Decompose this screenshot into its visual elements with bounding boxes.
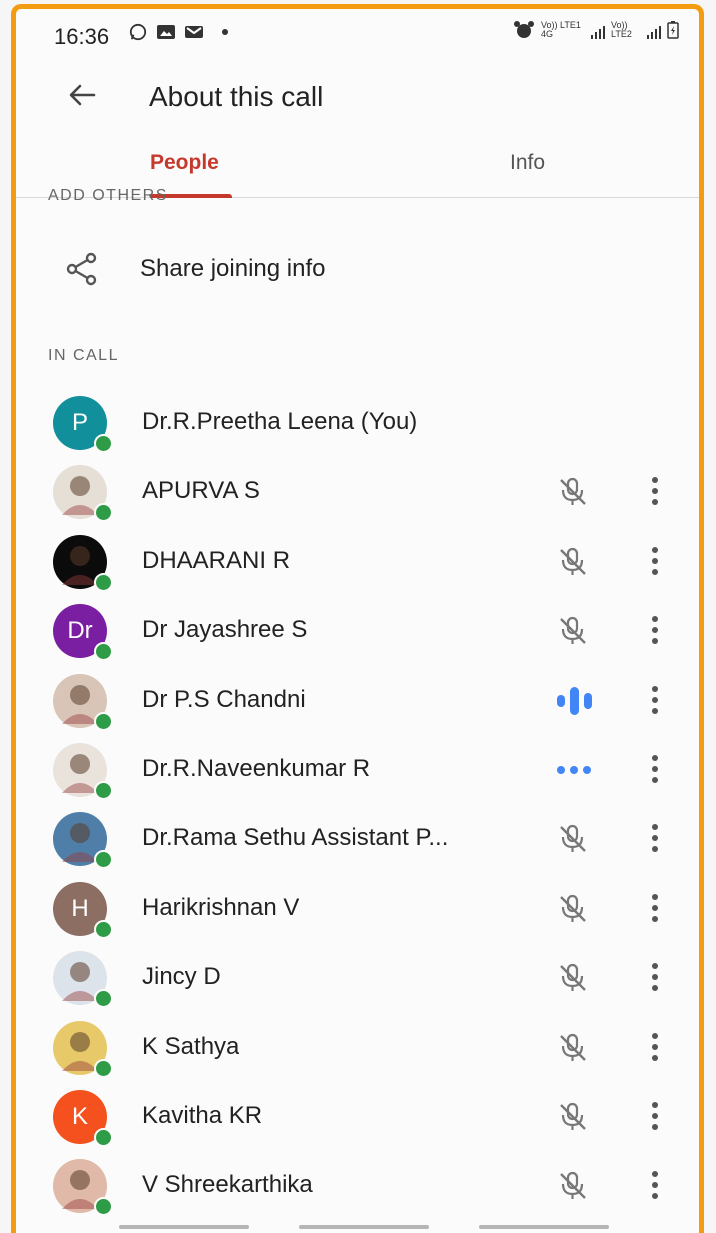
battery-icon xyxy=(667,21,679,39)
online-status-dot xyxy=(94,989,113,1009)
mic-muted-icon xyxy=(555,1032,591,1064)
more-options-icon[interactable] xyxy=(640,891,670,925)
status-time: 16:36 xyxy=(54,24,110,49)
participant-row[interactable]: Dr P.S Chandni xyxy=(16,665,699,734)
in-call-heading: IN CALL xyxy=(48,347,119,364)
gesture-nav-bar xyxy=(16,1221,699,1231)
more-options-icon[interactable] xyxy=(640,752,670,786)
online-status-dot xyxy=(94,919,113,939)
signal2-icon xyxy=(647,26,661,39)
notification-icons xyxy=(128,23,228,41)
more-options-icon[interactable] xyxy=(640,1030,670,1064)
mic-muted-icon xyxy=(555,962,591,994)
mic-muted-icon xyxy=(555,546,591,578)
nav-hint-center xyxy=(299,1225,429,1229)
participant-name: Dr.R.Preetha Leena (You) xyxy=(142,408,418,435)
participant-name: APURVA S xyxy=(142,477,260,505)
more-notifications-dot xyxy=(222,29,228,35)
participant-row[interactable]: P Dr.R.Preetha Leena (You) xyxy=(16,387,699,456)
speaking-indicator-icon xyxy=(555,685,592,717)
mic-muted-icon xyxy=(555,1170,591,1202)
more-options-icon[interactable] xyxy=(640,1099,670,1133)
connecting-indicator-icon xyxy=(555,754,591,786)
mic-muted-icon xyxy=(555,1101,591,1133)
tab-info[interactable]: Info xyxy=(510,151,545,175)
online-status-dot xyxy=(94,1197,113,1217)
more-options-icon[interactable] xyxy=(640,1168,670,1202)
participant-name: DHAARANI R xyxy=(142,546,291,574)
sim1-network-label: Vo)) LTE1 4G xyxy=(541,20,581,39)
system-icons: Vo)) LTE1 4G Vo)) LTE2 xyxy=(513,21,679,39)
online-status-dot xyxy=(94,434,113,453)
phone-frame: 16:36 Vo)) LTE1 4G Vo)) LTE2 About this … xyxy=(11,4,704,1233)
participant-row[interactable]: Dr.R.Naveenkumar R xyxy=(16,734,699,803)
alarm-icon xyxy=(514,21,534,38)
online-status-dot xyxy=(94,850,113,870)
participant-row[interactable]: Dr Dr Jayashree S xyxy=(16,595,699,664)
participant-row[interactable]: Jincy D xyxy=(16,942,699,1011)
participant-row[interactable]: Dr.Rama Sethu Assistant P... xyxy=(16,803,699,872)
participant-name: Dr.Rama Sethu Assistant P... xyxy=(142,824,449,852)
participant-row[interactable]: DHAARANI R xyxy=(16,526,699,595)
signal1-icon xyxy=(591,26,605,39)
mic-muted-icon xyxy=(555,823,591,855)
participant-row[interactable]: K Sathya xyxy=(16,1012,699,1081)
participant-name: Kavitha KR xyxy=(142,1101,263,1129)
participant-name: K Sathya xyxy=(142,1032,240,1060)
online-status-dot xyxy=(94,780,113,800)
gallery-icon xyxy=(157,25,175,39)
share-joining-info-button[interactable]: Share joining info xyxy=(16,231,699,303)
participant-name: V Shreekarthika xyxy=(142,1171,313,1199)
participant-name: Dr.R.Naveenkumar R xyxy=(142,754,371,782)
mic-muted-icon xyxy=(555,476,591,508)
app-bar: About this call xyxy=(16,61,699,131)
participant-row[interactable]: V Shreekarthika xyxy=(16,1150,699,1219)
share-icon xyxy=(66,252,97,286)
mic-muted-icon xyxy=(555,893,591,925)
add-others-heading: ADD OTHERS xyxy=(48,187,168,204)
more-options-icon[interactable] xyxy=(640,474,670,508)
more-options-icon[interactable] xyxy=(640,544,670,578)
share-joining-info-label: Share joining info xyxy=(140,255,326,282)
participant-name: Dr P.S Chandni xyxy=(142,685,306,713)
nav-hint-left xyxy=(119,1225,249,1229)
online-status-dot xyxy=(94,711,113,731)
whatsapp-icon xyxy=(129,23,147,41)
mic-muted-icon xyxy=(555,615,591,647)
nav-hint-right xyxy=(479,1225,609,1229)
more-options-icon[interactable] xyxy=(640,683,670,717)
participant-row[interactable]: APURVA S xyxy=(16,456,699,525)
more-options-icon[interactable] xyxy=(640,960,670,994)
participant-name: Jincy D xyxy=(142,963,221,991)
participant-name: Harikrishnan V xyxy=(142,893,300,921)
participant-name: Dr Jayashree S xyxy=(142,616,308,644)
online-status-dot xyxy=(94,503,113,523)
sim2-network-label: Vo)) LTE2 xyxy=(611,20,632,39)
page-title: About this call xyxy=(149,81,324,112)
online-status-dot xyxy=(94,642,113,662)
online-status-dot xyxy=(94,1127,113,1147)
status-bar: 16:36 Vo)) LTE1 4G Vo)) LTE2 xyxy=(16,9,699,61)
more-options-icon[interactable] xyxy=(640,613,670,647)
more-options-icon[interactable] xyxy=(640,821,670,855)
online-status-dot xyxy=(94,1058,113,1078)
tab-people[interactable]: People xyxy=(150,151,219,175)
participant-list: P Dr.R.Preetha Leena (You) APURVA S DHAARAN… xyxy=(16,387,699,1220)
participant-row[interactable]: K Kavitha KR xyxy=(16,1081,699,1150)
online-status-dot xyxy=(94,572,113,592)
back-arrow-icon[interactable] xyxy=(66,79,98,111)
mail-icon xyxy=(185,26,203,38)
participant-row[interactable]: H Harikrishnan V xyxy=(16,873,699,942)
